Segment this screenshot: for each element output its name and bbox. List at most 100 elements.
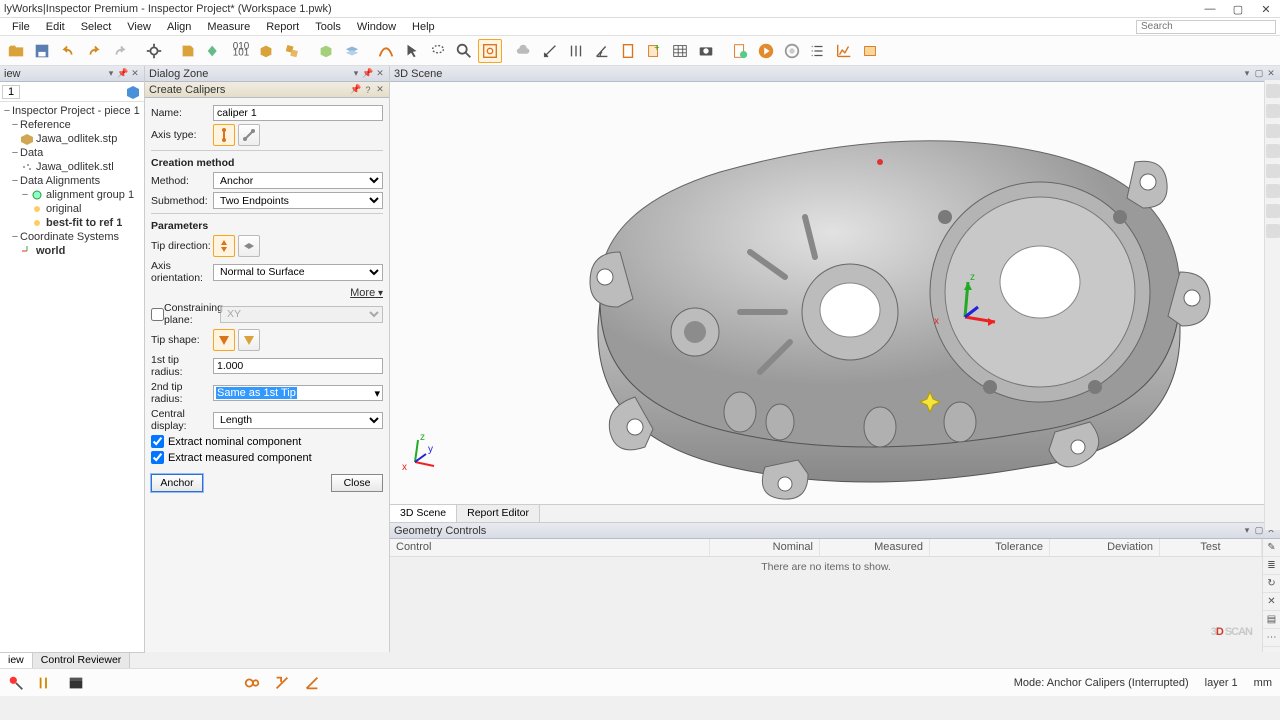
side-more-icon[interactable]: ⋯ bbox=[1263, 629, 1280, 647]
menu-file[interactable]: File bbox=[4, 21, 38, 33]
dlg-help-icon[interactable]: ? bbox=[363, 85, 373, 95]
side-edit-icon[interactable]: ✎ bbox=[1263, 539, 1280, 557]
close-panel-icon[interactable]: ✕ bbox=[130, 69, 140, 79]
menu-select[interactable]: Select bbox=[73, 21, 120, 33]
dz-close-icon[interactable]: ✕ bbox=[375, 69, 385, 79]
tree-align-group[interactable]: −alignment group 1 bbox=[0, 188, 144, 202]
options-icon[interactable] bbox=[142, 39, 166, 63]
extract-measured-check[interactable] bbox=[151, 451, 164, 464]
scene-menu-icon[interactable]: ▾ bbox=[1242, 69, 1252, 79]
rt-5[interactable] bbox=[1266, 164, 1280, 178]
axis-type-2-button[interactable] bbox=[238, 124, 260, 146]
more-link[interactable]: More ▾ bbox=[151, 287, 383, 299]
menu-window[interactable]: Window bbox=[349, 21, 404, 33]
pointer-icon[interactable] bbox=[400, 39, 424, 63]
measure1-icon[interactable] bbox=[538, 39, 562, 63]
tab-report-editor[interactable]: Report Editor bbox=[457, 505, 540, 522]
zoom-icon[interactable] bbox=[452, 39, 476, 63]
chart-icon[interactable] bbox=[832, 39, 856, 63]
cloud-icon[interactable] bbox=[512, 39, 536, 63]
pin-icon[interactable]: 📌 bbox=[118, 69, 128, 79]
scene-close-icon[interactable]: ✕ bbox=[1266, 69, 1276, 79]
cube-icon[interactable] bbox=[254, 39, 278, 63]
status-unit[interactable]: mm bbox=[1250, 677, 1276, 689]
import-icon[interactable] bbox=[176, 39, 200, 63]
save-icon[interactable] bbox=[30, 39, 54, 63]
3d-viewport[interactable]: x z x z y bbox=[390, 82, 1280, 504]
redo-icon[interactable] bbox=[82, 39, 106, 63]
tab-3d-scene[interactable]: 3D Scene bbox=[390, 505, 457, 522]
rt-1[interactable] bbox=[1266, 84, 1280, 98]
menu-align[interactable]: Align bbox=[159, 21, 199, 33]
menu-view[interactable]: View bbox=[119, 21, 159, 33]
rt-8[interactable] bbox=[1266, 224, 1280, 238]
box-icon[interactable] bbox=[314, 39, 338, 63]
menu-help[interactable]: Help bbox=[404, 21, 443, 33]
geom-menu-icon[interactable]: ▾ bbox=[1242, 526, 1252, 536]
dz-pin-icon[interactable]: 📌 bbox=[363, 69, 373, 79]
report-icon[interactable] bbox=[728, 39, 752, 63]
tree-ref-file[interactable]: Jawa_odlitek.stp bbox=[0, 132, 144, 146]
table-icon[interactable] bbox=[668, 39, 692, 63]
side-delete-icon[interactable]: ✕ bbox=[1263, 593, 1280, 611]
rt-7[interactable] bbox=[1266, 204, 1280, 218]
status-layer[interactable]: layer 1 bbox=[1201, 677, 1242, 689]
side-filter-icon[interactable]: ≣ bbox=[1263, 557, 1280, 575]
rt-4[interactable] bbox=[1266, 144, 1280, 158]
dlg-close-icon[interactable]: ✕ bbox=[375, 85, 385, 95]
rt-2[interactable] bbox=[1266, 104, 1280, 118]
rt-3[interactable] bbox=[1266, 124, 1280, 138]
minimize-button[interactable]: — bbox=[1196, 0, 1224, 18]
tree-bestfit[interactable]: best-fit to ref 1 bbox=[0, 216, 144, 230]
tip-dir-2-button[interactable] bbox=[238, 235, 260, 257]
bottom-tab-control-reviewer[interactable]: Control Reviewer bbox=[33, 653, 131, 668]
close-dialog-button[interactable]: Close bbox=[331, 474, 383, 492]
transform-icon[interactable] bbox=[270, 671, 294, 695]
play-icon[interactable] bbox=[754, 39, 778, 63]
angle-icon[interactable] bbox=[590, 39, 614, 63]
constraining-check[interactable] bbox=[151, 308, 164, 321]
side-export-icon[interactable]: ▤ bbox=[1263, 611, 1280, 629]
dlg-pin-icon[interactable]: 📌 bbox=[351, 85, 361, 95]
piece-number-input[interactable] bbox=[2, 85, 20, 99]
tip1-radius-input[interactable] bbox=[213, 358, 383, 374]
window-icon[interactable] bbox=[858, 39, 882, 63]
tree-data[interactable]: −Data bbox=[0, 146, 144, 160]
dropdown-icon[interactable]: ▾ bbox=[106, 69, 116, 79]
menu-report[interactable]: Report bbox=[258, 21, 307, 33]
tree-view[interactable]: −Inspector Project - piece 1 −Reference … bbox=[0, 102, 144, 652]
tip-shape-2-button[interactable] bbox=[238, 329, 260, 351]
tip-dir-1-button[interactable] bbox=[213, 235, 235, 257]
geom-max-icon[interactable]: ▢ bbox=[1254, 526, 1264, 536]
tree-world[interactable]: world bbox=[0, 244, 144, 258]
lasso-icon[interactable] bbox=[426, 39, 450, 63]
tip-shape-1-button[interactable] bbox=[213, 329, 235, 351]
cubes-icon[interactable] bbox=[280, 39, 304, 63]
axis-type-1-button[interactable] bbox=[213, 124, 235, 146]
list-icon[interactable] bbox=[806, 39, 830, 63]
central-display-select[interactable]: Length bbox=[213, 412, 383, 429]
scene-max-icon[interactable]: ▢ bbox=[1254, 69, 1264, 79]
scan-icon[interactable] bbox=[202, 39, 226, 63]
extract-nominal-check[interactable] bbox=[151, 435, 164, 448]
close-button[interactable]: ✕ bbox=[1252, 0, 1280, 18]
anchor-button[interactable]: Anchor bbox=[151, 474, 203, 492]
menu-edit[interactable]: Edit bbox=[38, 21, 73, 33]
menu-tools[interactable]: Tools bbox=[307, 21, 349, 33]
caliper-name-input[interactable] bbox=[213, 105, 383, 121]
camera-icon[interactable] bbox=[694, 39, 718, 63]
maximize-button[interactable]: ▢ bbox=[1224, 0, 1252, 18]
fit-icon[interactable] bbox=[478, 39, 502, 63]
tip2-radius-select[interactable]: Same as 1st Tip▾ bbox=[213, 385, 383, 401]
record-icon[interactable] bbox=[780, 39, 804, 63]
submethod-select[interactable]: Two Endpoints bbox=[213, 192, 383, 209]
tree-original[interactable]: original bbox=[0, 202, 144, 216]
measure2-icon[interactable] bbox=[564, 39, 588, 63]
redo2-icon[interactable] bbox=[108, 39, 132, 63]
clapper-icon[interactable] bbox=[64, 671, 88, 695]
tree-reference[interactable]: −Reference bbox=[0, 118, 144, 132]
gear-link-icon[interactable] bbox=[240, 671, 264, 695]
curve-icon[interactable] bbox=[374, 39, 398, 63]
tree-root[interactable]: −Inspector Project - piece 1 bbox=[0, 104, 144, 118]
add-icon[interactable]: + bbox=[642, 39, 666, 63]
